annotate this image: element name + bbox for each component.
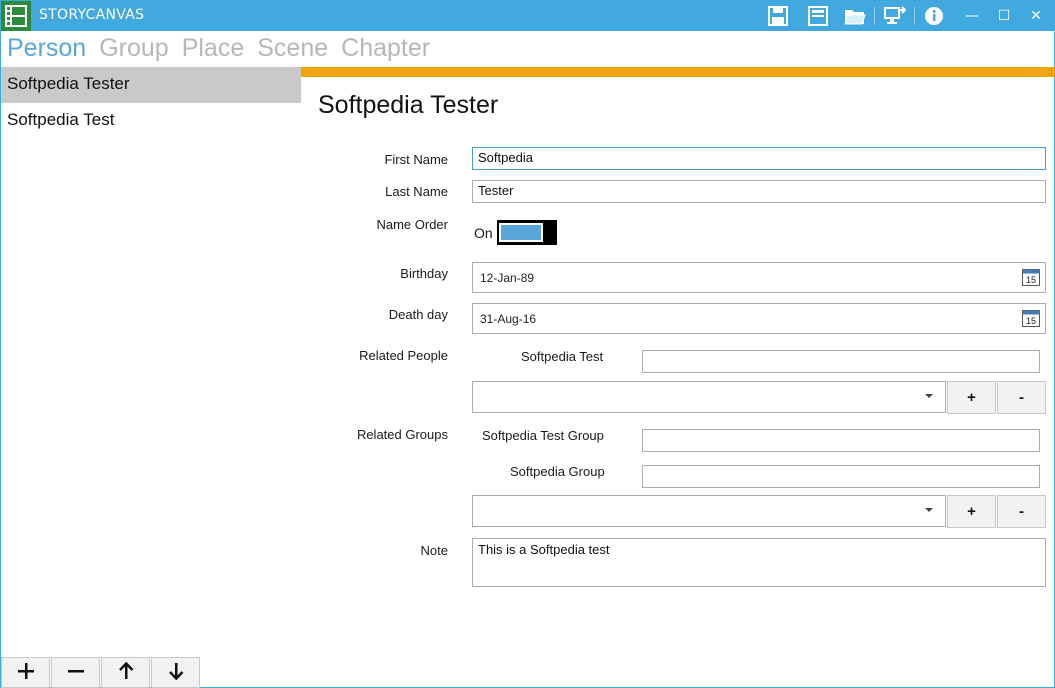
accent-bar — [301, 67, 1055, 77]
page-title: Softpedia Tester — [318, 91, 499, 119]
app-logo-icon — [1, 1, 31, 31]
toggle-switch[interactable] — [496, 220, 557, 245]
note-textarea[interactable]: This is a Softpedia test — [472, 538, 1046, 587]
deathday-label: Death day — [388, 307, 448, 322]
person-list: Softpedia Tester Softpedia Test — [1, 67, 301, 657]
close-button[interactable]: ✕ — [1020, 1, 1052, 31]
related-group-name: Softpedia Group — [510, 464, 605, 479]
save-icon[interactable] — [766, 5, 790, 27]
tab-chapter[interactable]: Chapter — [341, 32, 430, 64]
move-down-button[interactable] — [151, 657, 200, 688]
toggle-state-label: On — [474, 224, 493, 241]
related-person-relation-input[interactable] — [642, 350, 1040, 373]
tab-place[interactable]: Place — [182, 32, 245, 64]
name-order-toggle[interactable]: On — [474, 220, 557, 245]
deathday-date-picker[interactable]: 31-Aug-16 15 — [472, 303, 1046, 334]
info-icon[interactable] — [922, 5, 946, 27]
related-group-name: Softpedia Test Group — [482, 428, 604, 443]
minus-icon — [67, 662, 85, 684]
related-groups-dropdown[interactable] — [472, 495, 946, 527]
birthday-date-picker[interactable]: 12-Jan-89 15 — [472, 262, 1046, 293]
birthday-label: Birthday — [400, 266, 448, 281]
nav-tabs: Person Group Place Scene Chapter — [7, 32, 430, 64]
tab-person[interactable]: Person — [7, 32, 86, 64]
app-title: STORYCANVAS — [39, 7, 145, 23]
add-related-person-button[interactable]: + — [947, 381, 996, 414]
first-name-field[interactable]: Softpedia — [472, 147, 1046, 170]
maximize-button[interactable]: ☐ — [988, 1, 1020, 31]
toolbar-separator — [914, 7, 915, 25]
last-name-label: Last Name — [385, 184, 448, 199]
related-group-relation-input[interactable] — [642, 465, 1040, 488]
related-groups-label: Related Groups — [356, 427, 448, 442]
last-name-field[interactable]: Tester — [472, 180, 1046, 203]
document-icon[interactable] — [806, 5, 830, 27]
related-people-label: Related People — [359, 348, 448, 363]
arrow-up-icon — [117, 661, 135, 684]
birthday-value: 12-Jan-89 — [480, 270, 535, 285]
arrow-down-icon — [167, 662, 185, 684]
move-up-button[interactable] — [101, 657, 150, 688]
list-item[interactable]: Softpedia Test — [1, 103, 301, 139]
related-person-name: Softpedia Test — [521, 349, 604, 364]
related-people-dropdown[interactable] — [472, 381, 946, 413]
open-folder-icon[interactable] — [843, 5, 867, 27]
export-icon[interactable] — [883, 5, 907, 27]
calendar-icon[interactable]: 15 — [1022, 309, 1040, 327]
plus-icon — [17, 662, 35, 684]
toolbar-separator — [874, 7, 875, 25]
chevron-down-icon — [925, 508, 933, 512]
first-name-label: First Name — [384, 152, 448, 167]
minimize-button[interactable]: — — [956, 1, 988, 31]
add-related-group-button[interactable]: + — [947, 495, 996, 528]
app-window: STORYCANVAS — ☐ ✕ Person Group Place Sce… — [0, 0, 1055, 688]
toggle-fill — [498, 223, 543, 242]
remove-person-button[interactable] — [51, 657, 100, 688]
remove-related-person-button[interactable]: - — [997, 381, 1046, 414]
toggle-thumb[interactable] — [544, 220, 557, 245]
calendar-icon[interactable]: 15 — [1022, 268, 1040, 286]
title-bar: STORYCANVAS — ☐ ✕ — [1, 1, 1054, 31]
list-item[interactable]: Softpedia Tester — [1, 67, 301, 103]
list-toolbar — [1, 657, 201, 688]
tab-scene[interactable]: Scene — [257, 32, 328, 64]
name-order-label: Name Order — [376, 217, 448, 232]
related-group-relation-input[interactable] — [642, 429, 1040, 452]
chevron-down-icon — [925, 394, 933, 398]
add-person-button[interactable] — [1, 657, 50, 688]
tab-group[interactable]: Group — [99, 32, 168, 64]
deathday-value: 31-Aug-16 — [480, 311, 537, 326]
note-label: Note — [420, 543, 448, 558]
svg-text:15: 15 — [1026, 316, 1036, 326]
remove-related-group-button[interactable]: - — [997, 495, 1046, 528]
svg-text:15: 15 — [1026, 275, 1036, 285]
